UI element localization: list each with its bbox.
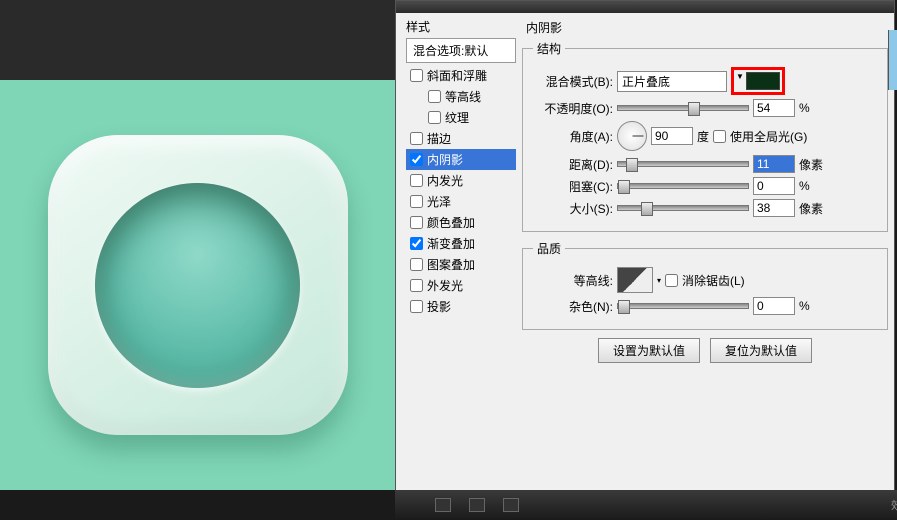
style-item-7[interactable]: 颜色叠加 [406,212,516,233]
style-label: 光泽 [427,193,451,210]
size-unit: 像素 [799,200,823,217]
panel-title: 内阴影 [526,19,888,36]
choke-label: 阻塞(C): [533,178,613,195]
antialias-checkbox[interactable] [665,274,678,287]
choke-unit: % [799,179,810,193]
style-item-2[interactable]: 纹理 [406,107,516,128]
opacity-slider[interactable] [617,105,749,111]
angle-dial[interactable] [617,121,647,151]
style-label: 纹理 [445,109,469,126]
style-item-8[interactable]: 渐变叠加 [406,233,516,254]
angle-value[interactable]: 90 [651,127,693,145]
distance-label: 距离(D): [533,156,613,173]
quality-legend: 品质 [533,240,565,257]
styles-header: 样式 [406,18,516,35]
distance-unit: 像素 [799,156,823,173]
style-checkbox[interactable] [410,279,423,292]
style-item-3[interactable]: 描边 [406,128,516,149]
styles-list: 样式 混合选项:默认 斜面和浮雕等高线纹理描边内阴影内发光光泽颜色叠加渐变叠加图… [396,13,516,471]
style-checkbox[interactable] [428,111,441,124]
thumb-icon[interactable] [469,498,485,512]
style-label: 颜色叠加 [427,214,475,231]
dialog-titlebar[interactable] [396,1,894,13]
size-slider[interactable] [617,205,749,211]
blend-options-default[interactable]: 混合选项:默认 [406,38,516,63]
style-checkbox[interactable] [410,69,423,82]
size-label: 大小(S): [533,200,613,217]
style-item-6[interactable]: 光泽 [406,191,516,212]
style-item-0[interactable]: 斜面和浮雕 [406,65,516,86]
opacity-unit: % [799,101,810,115]
noise-value[interactable]: 0 [753,297,795,315]
contour-label: 等高线: [533,272,613,289]
style-label: 内发光 [427,172,463,189]
blend-mode-label: 混合模式(B): [533,73,613,90]
distance-value[interactable]: 11 [753,155,795,173]
style-checkbox[interactable] [428,90,441,103]
style-label: 描边 [427,130,451,147]
set-default-button[interactable]: 设置为默认值 [598,338,700,363]
opacity-label: 不透明度(O): [533,100,613,117]
chevron-down-icon[interactable]: ▾ [657,276,661,285]
blend-mode-select[interactable]: 正片叠底 [617,71,727,92]
choke-slider[interactable] [617,183,749,189]
style-label: 图案叠加 [427,256,475,273]
noise-slider[interactable] [617,303,749,309]
style-label: 渐变叠加 [427,235,475,252]
style-label: 投影 [427,298,451,315]
layer-style-dialog: 样式 混合选项:默认 斜面和浮雕等高线纹理描边内阴影内发光光泽颜色叠加渐变叠加图… [395,0,895,492]
contour-picker[interactable] [617,267,653,293]
thumb-icon[interactable] [435,498,451,512]
distance-slider[interactable] [617,161,749,167]
chevron-down-icon[interactable]: ▼ [736,72,744,90]
style-item-10[interactable]: 外发光 [406,275,516,296]
canvas-preview [0,80,395,490]
icon-base [48,135,348,435]
size-value[interactable]: 38 [753,199,795,217]
opacity-value[interactable]: 54 [753,99,795,117]
style-item-11[interactable]: 投影 [406,296,516,317]
noise-unit: % [799,299,810,313]
style-checkbox[interactable] [410,300,423,313]
style-item-4[interactable]: 内阴影 [406,149,516,170]
highlight-box: ▼ [731,67,785,95]
reset-default-button[interactable]: 复位为默认值 [710,338,812,363]
style-item-1[interactable]: 等高线 [406,86,516,107]
antialias-label: 消除锯齿(L) [682,272,745,289]
global-light-checkbox[interactable] [713,130,726,143]
style-item-9[interactable]: 图案叠加 [406,254,516,275]
style-checkbox[interactable] [410,132,423,145]
right-edge-panel [888,30,897,90]
style-checkbox[interactable] [410,258,423,271]
fx-label: 效果 [891,497,897,513]
angle-label: 角度(A): [533,128,613,145]
quality-group: 品质 等高线: ▾ 消除锯齿(L) 杂色(N): 0 % [522,240,888,330]
thumb-icon[interactable] [503,498,519,512]
noise-label: 杂色(N): [533,298,613,315]
icon-circle [95,183,300,388]
structure-legend: 结构 [533,40,565,57]
style-label: 外发光 [427,277,463,294]
style-label: 内阴影 [427,151,463,168]
global-light-label: 使用全局光(G) [730,128,807,145]
shadow-color-swatch[interactable] [746,72,780,90]
style-checkbox[interactable] [410,174,423,187]
style-checkbox[interactable] [410,216,423,229]
style-checkbox[interactable] [410,195,423,208]
choke-value[interactable]: 0 [753,177,795,195]
style-label: 等高线 [445,88,481,105]
style-item-5[interactable]: 内发光 [406,170,516,191]
style-checkbox[interactable] [410,237,423,250]
style-checkbox[interactable] [410,153,423,166]
angle-unit: 度 [697,128,709,145]
bottom-bar: 效果 [395,490,897,520]
structure-group: 结构 混合模式(B): 正片叠底 ▼ 不透明度(O): 54 % [522,40,888,232]
style-label: 斜面和浮雕 [427,67,487,84]
